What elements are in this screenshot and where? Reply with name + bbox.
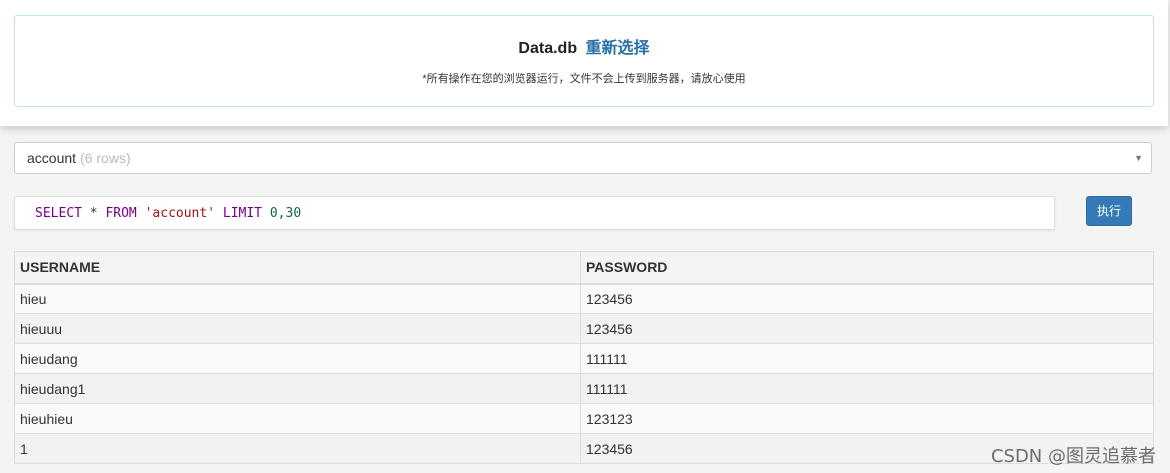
- cell-username: hieudang1: [14, 373, 581, 404]
- privacy-notice: *所有操作在您的浏览器运行，文件不会上传到服务器，请放心使用: [422, 73, 746, 85]
- chevron-down-icon: ▼: [1134, 153, 1143, 163]
- results-table: USERNAME PASSWORD hieu 123456 hieuuu 123…: [14, 251, 1154, 464]
- table-row: hieuhieu 123123: [14, 403, 1154, 434]
- table-row: 1 123456: [14, 433, 1154, 464]
- cell-username: hieuhieu: [14, 403, 581, 434]
- table-row-count: (6 rows): [80, 150, 131, 166]
- cell-username: hieu: [14, 283, 581, 314]
- reselect-link[interactable]: 重新选择: [586, 40, 650, 57]
- header-card: Data.db 重新选择 *所有操作在您的浏览器运行，文件不会上传到服务器，请放…: [0, 0, 1168, 126]
- sql-keyword-select: SELECT: [35, 206, 82, 221]
- cell-username: hieuuu: [14, 313, 581, 344]
- execute-button[interactable]: 执行: [1086, 196, 1132, 226]
- table-row: hieudang1 111111: [14, 373, 1154, 404]
- cell-password: 123456: [580, 313, 1154, 344]
- cell-password: 111111: [580, 343, 1154, 374]
- sql-table-name: 'account': [144, 206, 216, 221]
- column-header-password[interactable]: PASSWORD: [580, 251, 1154, 285]
- sql-limit-value: 0,30: [269, 206, 302, 221]
- table-select[interactable]: account (6 rows) ▼: [14, 142, 1152, 174]
- table-header-row: USERNAME PASSWORD: [14, 251, 1154, 285]
- cell-username: 1: [14, 433, 581, 464]
- sql-keyword-from: FROM: [105, 206, 137, 221]
- sql-keyword-limit: LIMIT: [222, 206, 263, 221]
- sql-star: *: [89, 206, 98, 221]
- cell-password: 123123: [580, 403, 1154, 434]
- cell-username: hieudang: [14, 343, 581, 374]
- file-panel: Data.db 重新选择 *所有操作在您的浏览器运行，文件不会上传到服务器，请放…: [14, 15, 1154, 107]
- table-row: hieuuu 123456: [14, 313, 1154, 344]
- column-header-username[interactable]: USERNAME: [14, 251, 581, 285]
- table-row: hieudang 111111: [14, 343, 1154, 374]
- csdn-watermark: CSDN @图灵追慕者: [990, 446, 1156, 467]
- table-row: hieu 123456: [14, 283, 1154, 314]
- table-select-value: account: [27, 150, 77, 166]
- sql-editor[interactable]: SELECT * FROM 'account' LIMIT 0,30: [14, 196, 1055, 230]
- db-filename: Data.db: [518, 40, 578, 57]
- cell-password: 123456: [580, 283, 1154, 314]
- cell-password: 111111: [580, 373, 1154, 404]
- db-title: Data.db 重新选择: [15, 34, 1153, 58]
